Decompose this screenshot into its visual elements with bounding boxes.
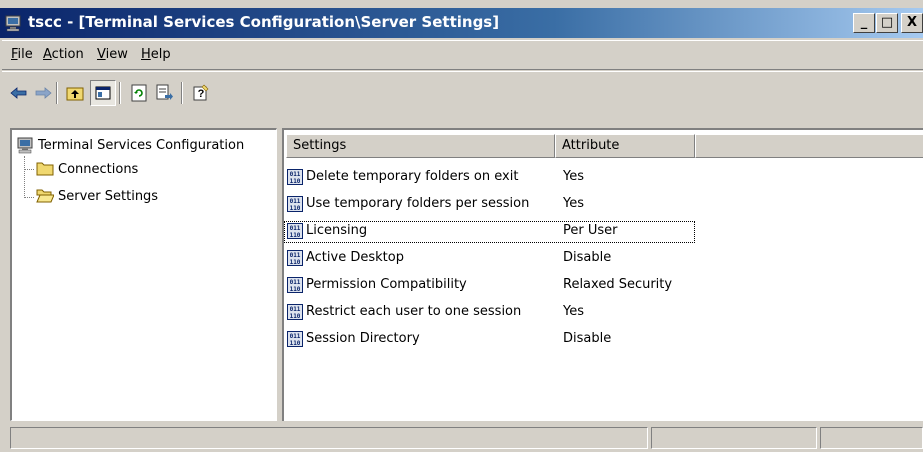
folder-icon xyxy=(36,162,54,176)
svg-text:011: 011 xyxy=(290,252,301,259)
setting-attribute: Disable xyxy=(563,250,612,265)
close-button[interactable]: X xyxy=(901,13,923,33)
terminal-services-icon xyxy=(5,15,21,32)
menu-action[interactable]: Action xyxy=(43,47,84,62)
setting-name: Session Directory xyxy=(306,331,420,346)
setting-attribute: Per User xyxy=(563,223,618,238)
menu-view[interactable]: View xyxy=(97,47,128,62)
svg-text:110: 110 xyxy=(290,313,301,320)
list-item[interactable]: 011 110 Session Directory Disable xyxy=(284,329,884,351)
status-panel-main xyxy=(10,427,648,449)
status-bar xyxy=(0,425,923,452)
setting-attribute: Relaxed Security xyxy=(563,277,673,292)
help-icon[interactable]: ? xyxy=(188,80,214,106)
back-arrow-icon[interactable] xyxy=(6,80,32,106)
forward-arrow-icon[interactable] xyxy=(30,80,56,106)
svg-text:110: 110 xyxy=(290,232,301,239)
svg-text:110: 110 xyxy=(290,259,301,266)
mmc-window: tscc - [Terminal Services Configuration\… xyxy=(0,0,923,452)
status-panel-3 xyxy=(820,427,923,449)
column-header-settings[interactable]: Settings xyxy=(286,134,555,158)
terminal-services-icon xyxy=(17,137,33,154)
svg-text:011: 011 xyxy=(290,198,301,205)
maximize-button[interactable]: □ xyxy=(876,13,898,33)
console-tree[interactable]: Terminal Services Configuration Connecti… xyxy=(10,128,277,421)
tree-label: Server Settings xyxy=(58,189,159,204)
setting-icon: 011110 xyxy=(287,169,303,185)
list-item[interactable]: 011 110 Active Desktop Disable xyxy=(284,248,884,270)
tree-connector xyxy=(24,169,34,170)
list-item[interactable]: 011 110 Permission Compatibility Relaxed … xyxy=(284,275,884,297)
refresh-icon[interactable] xyxy=(126,80,152,106)
open-folder-icon xyxy=(36,189,54,203)
setting-name: Active Desktop xyxy=(306,250,404,265)
tree-label: Connections xyxy=(58,162,139,177)
svg-text:110: 110 xyxy=(290,205,301,212)
window-title: tscc - [Terminal Services Configuration\… xyxy=(28,13,500,31)
setting-name: Permission Compatibility xyxy=(306,277,467,292)
list-item[interactable]: 011 110 Use temporary folders per session… xyxy=(284,194,884,216)
setting-icon: 011110 xyxy=(287,331,303,347)
setting-icon: 011110 xyxy=(287,196,303,212)
status-panel-2 xyxy=(651,427,817,449)
setting-icon: 011110 xyxy=(287,277,303,293)
toolbar-separator xyxy=(181,82,183,104)
column-header-empty[interactable] xyxy=(695,134,923,158)
details-pane[interactable]: Settings Attribute 011 110 Delete tempora… xyxy=(282,128,923,421)
svg-text:011: 011 xyxy=(290,306,301,313)
svg-text:011: 011 xyxy=(290,279,301,286)
svg-text:110: 110 xyxy=(290,286,301,293)
column-header-attribute[interactable]: Attribute xyxy=(555,134,695,158)
toolbar-separator xyxy=(119,82,121,104)
tree-connector xyxy=(24,197,34,198)
tree-label: Terminal Services Configuration xyxy=(38,138,245,153)
setting-name: Restrict each user to one session xyxy=(306,304,522,319)
setting-attribute: Yes xyxy=(563,304,584,319)
menu-bar: File Action View Help xyxy=(2,40,923,70)
svg-text:011: 011 xyxy=(290,225,301,232)
svg-text:?: ? xyxy=(198,88,205,100)
export-list-icon[interactable] xyxy=(152,80,178,106)
setting-icon: 011110 xyxy=(287,250,303,266)
setting-name: Delete temporary folders on exit xyxy=(306,169,519,184)
toolbar: ? xyxy=(2,71,923,117)
svg-text:011: 011 xyxy=(290,333,301,340)
list-item[interactable]: 011 110 Restrict each user to one session… xyxy=(284,302,884,324)
setting-icon: 011110 xyxy=(287,304,303,320)
list-item[interactable]: 011 110 Delete temporary folders on exit … xyxy=(284,167,884,189)
setting-attribute: Yes xyxy=(563,196,584,211)
menu-help[interactable]: Help xyxy=(141,47,171,62)
up-folder-icon[interactable] xyxy=(62,80,88,106)
toolbar-separator xyxy=(56,82,58,104)
svg-text:110: 110 xyxy=(290,178,301,185)
list-item-focused[interactable]: 011 110 Licensing Per User xyxy=(284,221,695,243)
minimize-button[interactable]: _ xyxy=(853,13,875,33)
setting-name: Licensing xyxy=(306,223,368,238)
title-bar[interactable]: tscc - [Terminal Services Configuration\… xyxy=(0,8,923,38)
setting-attribute: Yes xyxy=(563,169,584,184)
svg-text:011: 011 xyxy=(290,171,301,178)
tree-connector xyxy=(24,156,25,198)
setting-icon: 011110 xyxy=(287,223,303,239)
setting-attribute: Disable xyxy=(563,331,612,346)
svg-text:110: 110 xyxy=(290,340,301,347)
show-hide-tree-icon[interactable] xyxy=(90,80,116,106)
menu-file[interactable]: File xyxy=(11,47,33,62)
setting-name: Use temporary folders per session xyxy=(306,196,530,211)
